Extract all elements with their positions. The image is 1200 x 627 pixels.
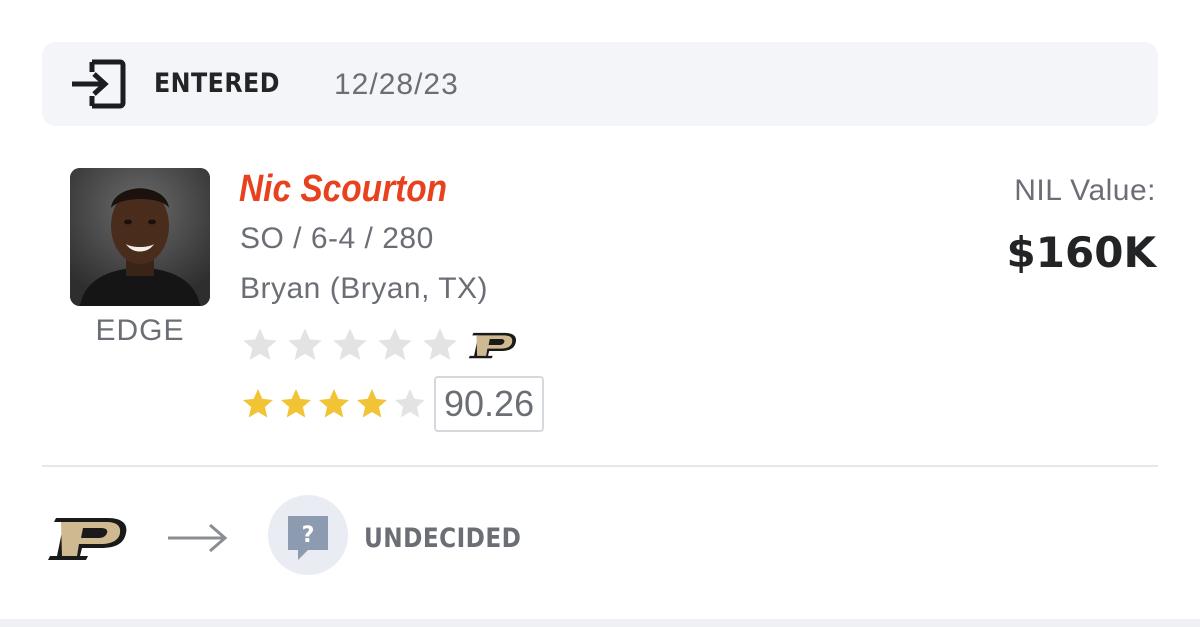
player-name-link[interactable]: Nic Scourton (239, 168, 447, 211)
star-empty-icon (395, 389, 425, 418)
divider (42, 465, 1158, 467)
player-avatar[interactable] (70, 168, 210, 306)
star-filled-icon (281, 389, 311, 418)
arrow-right-icon (168, 523, 228, 553)
school-rating-row (240, 323, 517, 367)
purdue-p-logo (468, 332, 517, 359)
star-filled-icon (319, 389, 349, 418)
star-empty-icon (333, 328, 367, 360)
nil-value: $160K (1006, 228, 1156, 277)
star-empty-icon (288, 328, 322, 360)
enter-icon (72, 59, 126, 109)
star-empty-icon (378, 328, 412, 360)
nil-value-label: NIL Value: (1014, 174, 1156, 207)
star-empty-icon (423, 328, 457, 360)
star-filled-icon (357, 389, 387, 418)
overall-rating-row: 90.26 (240, 376, 545, 432)
star-filled-icon (243, 389, 273, 418)
purdue-p-logo[interactable] (42, 514, 128, 562)
player-hometown: Bryan (Bryan, TX) (240, 272, 489, 305)
bottom-divider (0, 619, 1200, 627)
destination-label: UNDECIDED (364, 523, 522, 554)
status-bar: ENTERED 12/28/23 (42, 42, 1158, 126)
position-label: EDGE (95, 314, 185, 347)
status-date: 12/28/23 (334, 68, 459, 101)
status-label: ENTERED (154, 68, 280, 99)
player-headshot (70, 168, 210, 306)
transfer-portal-card: ENTERED 12/28/23 EDGE Nic Scourton SO / … (0, 0, 1200, 627)
star-empty-icon (243, 328, 277, 360)
svg-text:?: ? (302, 523, 315, 548)
question-mark-icon: ? (288, 516, 328, 560)
destination-school-placeholder[interactable]: ? (268, 495, 348, 575)
rating-score: 90.26 (434, 376, 545, 432)
player-class-height-weight: SO / 6-4 / 280 (240, 222, 434, 255)
